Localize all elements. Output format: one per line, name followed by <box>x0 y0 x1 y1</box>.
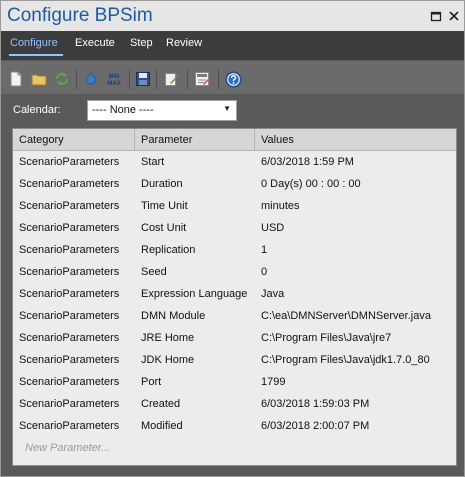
table-row[interactable]: ScenarioParameters Duration 0 Day(s) 00 : … <box>13 173 456 195</box>
restore-icon[interactable] <box>429 9 443 23</box>
table-row[interactable]: ScenarioParameters Cost Unit USD <box>13 217 456 239</box>
row-parameter-cell: Modified <box>141 420 183 432</box>
table-row[interactable]: ScenarioParameters DMN Module C:\ea\DMNSer… <box>13 305 456 327</box>
row-value-cell: 1799 <box>261 376 286 388</box>
new-parameter-placeholder: New Parameter... <box>25 442 111 454</box>
toolbar-separator <box>129 69 130 89</box>
row-value-cell: 0 Day(s) 00 : 00 : 00 <box>261 178 361 190</box>
row-value-cell: 6/03/2018 1:59:03 PM <box>261 398 370 410</box>
column-header-parameter[interactable]: Parameter <box>135 129 255 151</box>
row-parameter-cell: Expression Language <box>141 288 248 300</box>
row-value-cell: C:\ea\DMNServer\DMNServer.java <box>261 310 431 322</box>
row-category-cell: ScenarioParameters <box>19 266 120 278</box>
row-category-cell: ScenarioParameters <box>19 420 120 432</box>
column-header-values[interactable]: Values <box>255 129 456 151</box>
parameters-grid: Category Parameter Values ScenarioParame… <box>12 128 457 466</box>
row-value-cell: 6/03/2018 2:00:07 PM <box>261 420 370 432</box>
row-parameter-cell: JDK Home <box>141 354 195 366</box>
calendar-selected-value: ---- None ---- <box>92 104 154 116</box>
max-label: MAX <box>107 81 120 87</box>
row-parameter-cell: Replication <box>141 244 196 256</box>
row-category-cell: ScenarioParameters <box>19 222 120 234</box>
row-category-cell: ScenarioParameters <box>19 178 120 190</box>
new-parameter-row[interactable]: New Parameter... <box>13 437 456 459</box>
row-value-cell: 6/03/2018 1:59 PM <box>261 156 354 168</box>
row-category-cell: ScenarioParameters <box>19 332 120 344</box>
row-parameter-cell: Port <box>141 376 162 388</box>
grid-header: Category Parameter Values <box>13 129 456 151</box>
column-header-category[interactable]: Category <box>13 129 135 151</box>
row-parameter-cell: JRE Home <box>141 332 195 344</box>
title-bar: Configure BPSim <box>1 1 464 31</box>
row-value-cell: minutes <box>261 200 300 212</box>
row-category-cell: ScenarioParameters <box>19 200 120 212</box>
tab-execute[interactable]: Execute <box>75 37 115 49</box>
bucket-icon[interactable] <box>82 70 100 88</box>
configure-panel: Calendar: ---- None ---- ▼ Category Para… <box>1 94 464 476</box>
toolbar-separator <box>187 69 188 89</box>
tab-review[interactable]: Review <box>166 37 202 49</box>
table-row[interactable]: ScenarioParameters Port 1799 <box>13 371 456 393</box>
active-tab-indicator <box>9 54 63 56</box>
row-parameter-cell: Duration <box>141 178 183 190</box>
tab-bar: Configure Execute Step Review <box>1 31 464 60</box>
new-document-icon[interactable] <box>7 70 25 88</box>
table-row[interactable]: ScenarioParameters Replication 1 <box>13 239 456 261</box>
configure-bpsim-window: Configure BPSim Configure Execute Step R… <box>0 0 465 477</box>
refresh-icon[interactable] <box>53 70 71 88</box>
table-row[interactable]: ScenarioParameters Seed 0 <box>13 261 456 283</box>
grid-rows: ScenarioParameters Start 6/03/2018 1:59 PM… <box>13 151 456 459</box>
row-parameter-cell: Start <box>141 156 165 168</box>
edit-icon[interactable] <box>163 70 181 88</box>
min-label: MIN <box>109 74 120 80</box>
row-value-cell: 0 <box>261 266 268 278</box>
row-value-cell: 1 <box>261 244 268 256</box>
table-row[interactable]: ScenarioParameters JRE Home C:\Program Fil… <box>13 327 456 349</box>
chevron-down-icon: ▼ <box>223 104 231 113</box>
toolbar-separator <box>156 69 157 89</box>
row-parameter-cell: Time Unit <box>141 200 188 212</box>
row-parameter-cell: Created <box>141 398 181 410</box>
table-row[interactable]: ScenarioParameters JDK Home C:\Program Fil… <box>13 349 456 371</box>
table-row[interactable]: ScenarioParameters Created 6/03/2018 1:59:… <box>13 393 456 415</box>
table-row[interactable]: ScenarioParameters Expression Language Jav… <box>13 283 456 305</box>
row-value-cell: C:\Program Files\Java\jre7 <box>261 332 392 344</box>
close-icon[interactable] <box>447 9 461 23</box>
tab-step[interactable]: Step <box>130 37 153 49</box>
table-row[interactable]: ScenarioParameters Time Unit minutes <box>13 195 456 217</box>
row-category-cell: ScenarioParameters <box>19 244 120 256</box>
min-max-icon[interactable]: MIN MAX <box>103 70 125 88</box>
calendar-dropdown[interactable]: ---- None ---- ▼ <box>87 100 237 121</box>
toolbar: MIN MAX <box>1 60 464 94</box>
row-value-cell: USD <box>261 222 285 234</box>
row-parameter-cell: DMN Module <box>141 310 206 322</box>
table-row[interactable]: ScenarioParameters Start 6/03/2018 1:59 PM <box>13 151 456 173</box>
row-category-cell: ScenarioParameters <box>19 288 120 300</box>
row-value-cell: C:\Program Files\Java\jdk1.7.0_80 <box>261 354 430 366</box>
help-icon[interactable] <box>224 70 242 88</box>
tab-configure[interactable]: Configure <box>10 37 58 49</box>
toolbar-separator <box>76 69 77 89</box>
row-parameter-cell: Seed <box>141 266 167 278</box>
open-folder-icon[interactable] <box>30 70 48 88</box>
row-category-cell: ScenarioParameters <box>19 398 120 410</box>
row-category-cell: ScenarioParameters <box>19 376 120 388</box>
row-value-cell: Java <box>261 288 285 300</box>
row-category-cell: ScenarioParameters <box>19 310 120 322</box>
row-category-cell: ScenarioParameters <box>19 156 120 168</box>
table-row[interactable]: ScenarioParameters Modified 6/03/2018 2:00… <box>13 415 456 437</box>
toolbar-separator <box>218 69 219 89</box>
calendar-label: Calendar: <box>13 104 61 116</box>
config-icon[interactable] <box>193 70 211 88</box>
row-parameter-cell: Cost Unit <box>141 222 187 234</box>
row-category-cell: ScenarioParameters <box>19 354 120 366</box>
save-icon[interactable] <box>134 70 152 88</box>
window-title: Configure BPSim <box>7 5 153 26</box>
